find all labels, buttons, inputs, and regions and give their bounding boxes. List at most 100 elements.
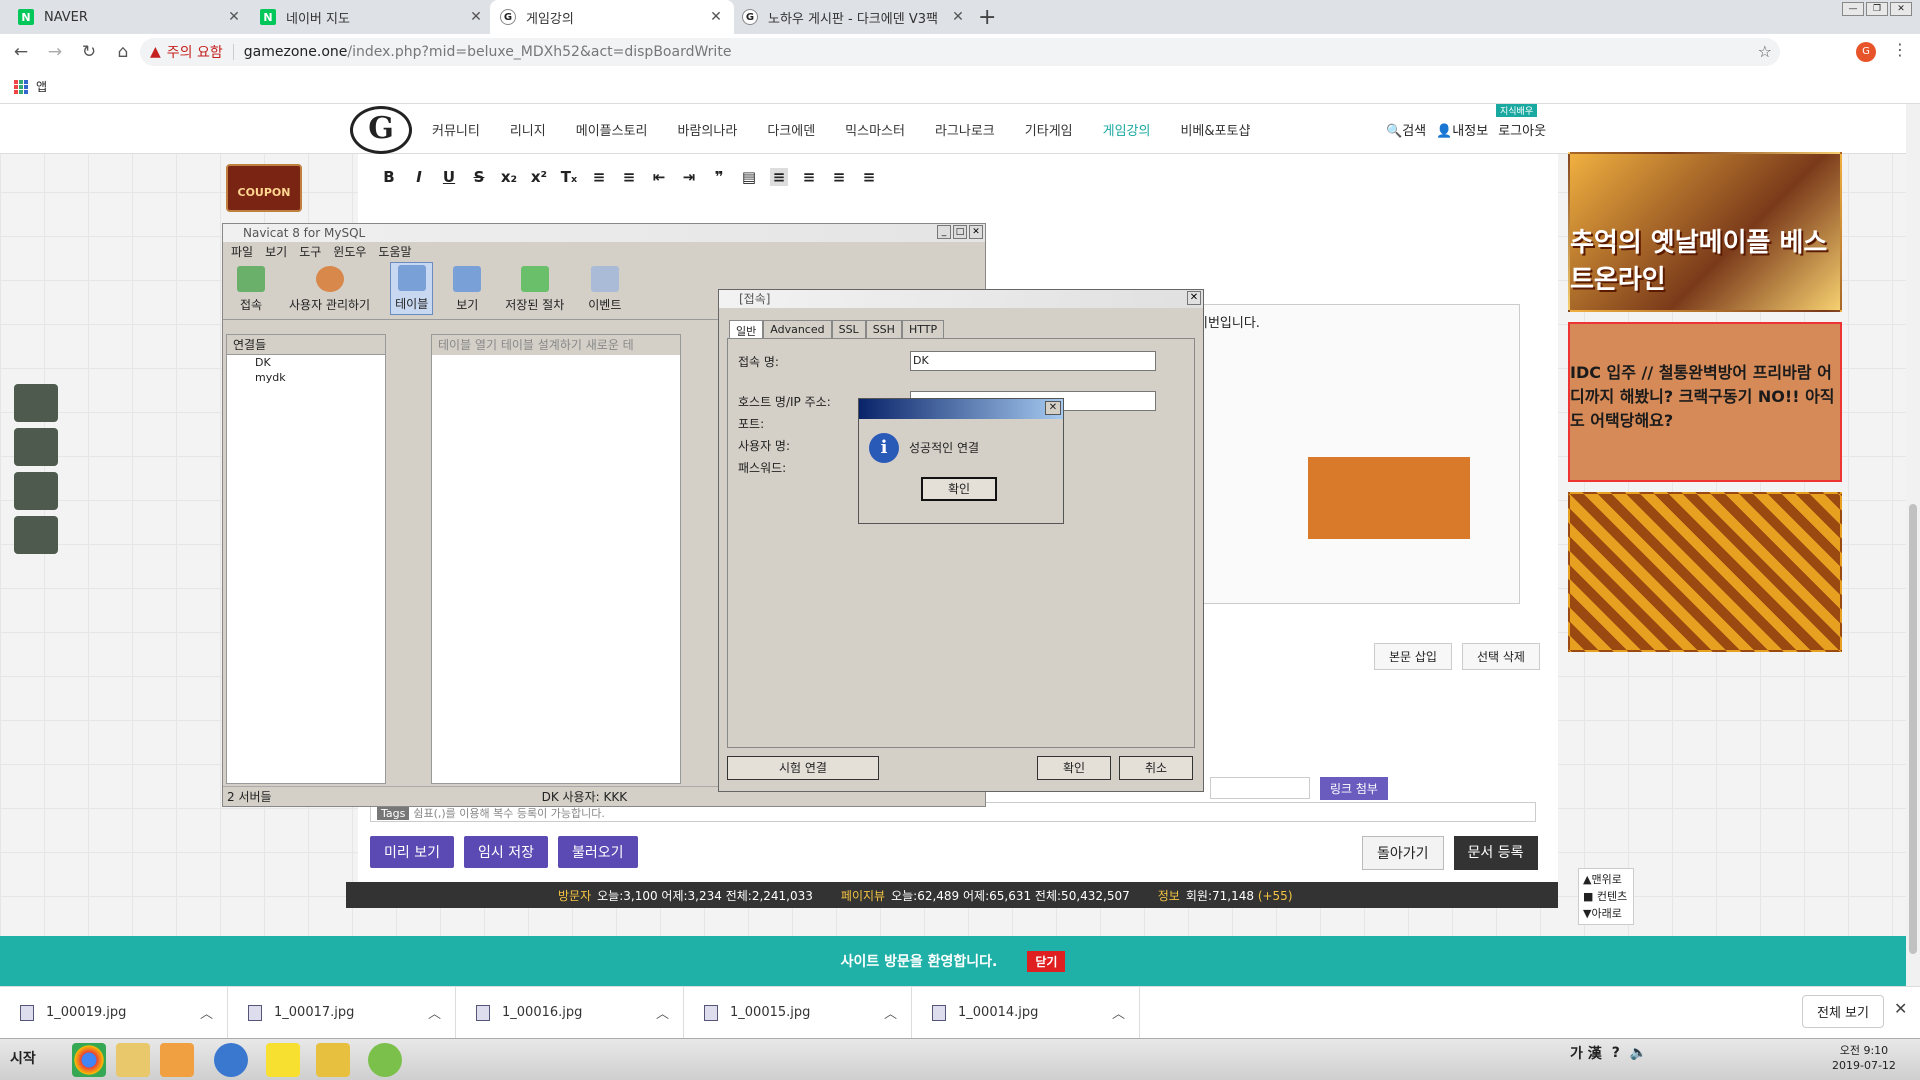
wrench-icon[interactable] bbox=[14, 428, 58, 466]
cancel-button[interactable]: 취소 bbox=[1119, 756, 1193, 780]
insert-body-button[interactable]: 본문 삽입 bbox=[1374, 643, 1452, 670]
menu-item[interactable]: 커뮤니티 bbox=[432, 120, 480, 139]
menu-item[interactable]: 다크에덴 bbox=[767, 120, 815, 139]
page-scrollbar[interactable] bbox=[1906, 104, 1920, 986]
apps-grid-icon[interactable] bbox=[14, 79, 28, 94]
tab-close-icon[interactable]: ✕ bbox=[708, 9, 724, 25]
start-button[interactable]: 시작 bbox=[2, 1043, 44, 1075]
close-icon[interactable]: ✕ bbox=[969, 225, 983, 239]
tool-procedure[interactable]: 저장된 절차 bbox=[501, 264, 568, 315]
align-left-icon[interactable]: ≡ bbox=[770, 168, 788, 186]
menu-item-active[interactable]: 게임강의 bbox=[1103, 120, 1151, 139]
download-item[interactable]: 1_00016.jpg ︿ bbox=[456, 986, 684, 1039]
profile-avatar[interactable]: G bbox=[1856, 42, 1876, 62]
browser-tab-active[interactable]: G 게임강의 ✕ bbox=[490, 0, 734, 34]
message-titlebar[interactable]: ✕ bbox=[859, 399, 1063, 419]
search-link[interactable]: 🔍검색 bbox=[1386, 120, 1426, 139]
app-icon[interactable] bbox=[316, 1043, 350, 1077]
maximize-icon[interactable]: □ bbox=[953, 225, 967, 239]
hand-icon[interactable] bbox=[14, 516, 58, 554]
tool-table[interactable]: 테이블 bbox=[390, 262, 434, 315]
close-icon[interactable]: ✕ bbox=[1045, 401, 1061, 415]
ad-banner[interactable]: 추억의 옛날메이플 베스트온라인 bbox=[1568, 152, 1842, 312]
chrome-icon[interactable] bbox=[72, 1043, 106, 1077]
folder-icon[interactable] bbox=[116, 1043, 150, 1077]
download-item[interactable]: 1_00017.jpg ︿ bbox=[228, 986, 456, 1039]
menu-item[interactable]: 메이플스토리 bbox=[576, 120, 648, 139]
link-attach-button[interactable]: 링크 첨부 bbox=[1320, 777, 1388, 800]
ad-banner[interactable]: IDC 입주 // 철통완벽방어 프리바람 어디까지 해봤니? 크랙구동기 NO… bbox=[1568, 322, 1842, 482]
navicat-taskbar-icon[interactable] bbox=[368, 1043, 402, 1077]
bookmark-apps[interactable]: 앱 bbox=[36, 78, 47, 95]
strikethrough-icon[interactable]: S bbox=[470, 168, 488, 186]
show-all-downloads-button[interactable]: 전체 보기 bbox=[1802, 995, 1884, 1028]
ime-indicator[interactable]: 가 漢 bbox=[1570, 1043, 1602, 1063]
bold-icon[interactable]: B bbox=[380, 168, 398, 186]
menu-item[interactable]: 라그나로크 bbox=[935, 120, 995, 139]
menu-tools[interactable]: 도구 bbox=[299, 242, 321, 262]
minimize-icon[interactable]: — bbox=[1842, 2, 1864, 16]
scroll-bottom-link[interactable]: ▼아래로 bbox=[1583, 905, 1629, 922]
menu-item[interactable]: 믹스마스터 bbox=[845, 120, 905, 139]
close-icon[interactable]: ✕ bbox=[1890, 2, 1912, 16]
chevron-up-icon[interactable]: ︿ bbox=[428, 1003, 441, 1022]
delete-selected-button[interactable]: 선택 삭제 bbox=[1461, 643, 1540, 670]
align-right-icon[interactable]: ≡ bbox=[830, 168, 848, 186]
logout-link[interactable]: 로그아웃 bbox=[1498, 120, 1546, 139]
help-icon[interactable]: ? bbox=[1612, 1045, 1620, 1061]
scroll-content-link[interactable]: ■ 컨텐츠 bbox=[1583, 888, 1629, 905]
menu-item[interactable]: 비베&포토샵 bbox=[1180, 120, 1250, 139]
download-item[interactable]: 1_00019.jpg ︿ bbox=[0, 986, 228, 1039]
tab-close-icon[interactable]: ✕ bbox=[950, 9, 966, 25]
browser-tab[interactable]: G 노하우 게시판 - 다크에덴 V3팩 ✕ bbox=[732, 0, 976, 34]
download-item[interactable]: 1_00014.jpg ︿ bbox=[912, 986, 1140, 1039]
scrollbar-thumb[interactable] bbox=[1909, 504, 1917, 954]
conn-name-field[interactable]: DK bbox=[910, 351, 1156, 371]
div-icon[interactable]: ▤ bbox=[740, 168, 758, 186]
align-justify-icon[interactable]: ≡ bbox=[860, 168, 878, 186]
back-button[interactable]: 돌아가기 bbox=[1362, 836, 1444, 870]
ok-button[interactable]: 확인 bbox=[1037, 756, 1111, 780]
back-icon[interactable]: ← bbox=[8, 42, 34, 62]
menu-view[interactable]: 보기 bbox=[265, 242, 287, 262]
chevron-up-icon[interactable]: ︿ bbox=[656, 1003, 669, 1022]
temp-save-button[interactable]: 임시 저장 bbox=[463, 836, 548, 868]
menu-file[interactable]: 파일 bbox=[231, 242, 253, 262]
media-player-icon[interactable] bbox=[160, 1043, 194, 1077]
maximize-icon[interactable]: ❐ bbox=[1866, 2, 1888, 16]
align-center-icon[interactable]: ≡ bbox=[800, 168, 818, 186]
new-tab-icon[interactable]: + bbox=[978, 5, 996, 30]
preview-button[interactable]: 미리 보기 bbox=[370, 836, 454, 868]
subscript-icon[interactable]: x₂ bbox=[500, 168, 518, 186]
connection-item[interactable]: DK bbox=[227, 355, 385, 370]
register-button[interactable]: 문서 등록 bbox=[1453, 836, 1538, 870]
tab-close-icon[interactable]: ✕ bbox=[226, 9, 242, 25]
system-clock[interactable]: 오전 9:10 2019-07-12 bbox=[1832, 1043, 1896, 1073]
myinfo-link[interactable]: 👤내정보 bbox=[1436, 120, 1488, 139]
underline-icon[interactable]: U bbox=[440, 168, 458, 186]
outdent-icon[interactable]: ⇤ bbox=[650, 168, 668, 186]
kakaotalk-icon[interactable] bbox=[266, 1043, 300, 1077]
menu-item[interactable]: 리니지 bbox=[510, 120, 546, 139]
download-item[interactable]: 1_00015.jpg ︿ bbox=[684, 986, 912, 1039]
site-logo[interactable]: G bbox=[350, 106, 412, 154]
close-icon[interactable]: ✕ bbox=[1894, 999, 1907, 1018]
dialog-titlebar[interactable]: [접속] ✕ bbox=[719, 290, 1203, 308]
tool-event[interactable]: 이벤트 bbox=[584, 264, 625, 315]
menu-item[interactable]: 바람의나라 bbox=[678, 120, 738, 139]
indent-icon[interactable]: ⇥ bbox=[680, 168, 698, 186]
home-icon[interactable]: ⌂ bbox=[110, 42, 136, 62]
ad-banner[interactable] bbox=[1568, 492, 1842, 652]
tool-view[interactable]: 보기 bbox=[449, 264, 485, 315]
internet-explorer-icon[interactable] bbox=[214, 1043, 248, 1077]
welcome-close-button[interactable]: 닫기 bbox=[1027, 950, 1066, 972]
browser-menu-icon[interactable]: ⋮ bbox=[1892, 40, 1908, 59]
volume-icon[interactable]: 🔈 bbox=[1630, 1045, 1647, 1061]
bullet-list-icon[interactable]: ≡ bbox=[620, 168, 638, 186]
quote-icon[interactable]: ❞ bbox=[710, 168, 728, 186]
menu-item[interactable]: 기타게임 bbox=[1025, 120, 1073, 139]
security-label[interactable]: 주의 요함 bbox=[167, 42, 223, 62]
superscript-icon[interactable]: x² bbox=[530, 168, 548, 186]
tab-close-icon[interactable]: ✕ bbox=[468, 9, 484, 25]
italic-icon[interactable]: I bbox=[410, 168, 428, 186]
